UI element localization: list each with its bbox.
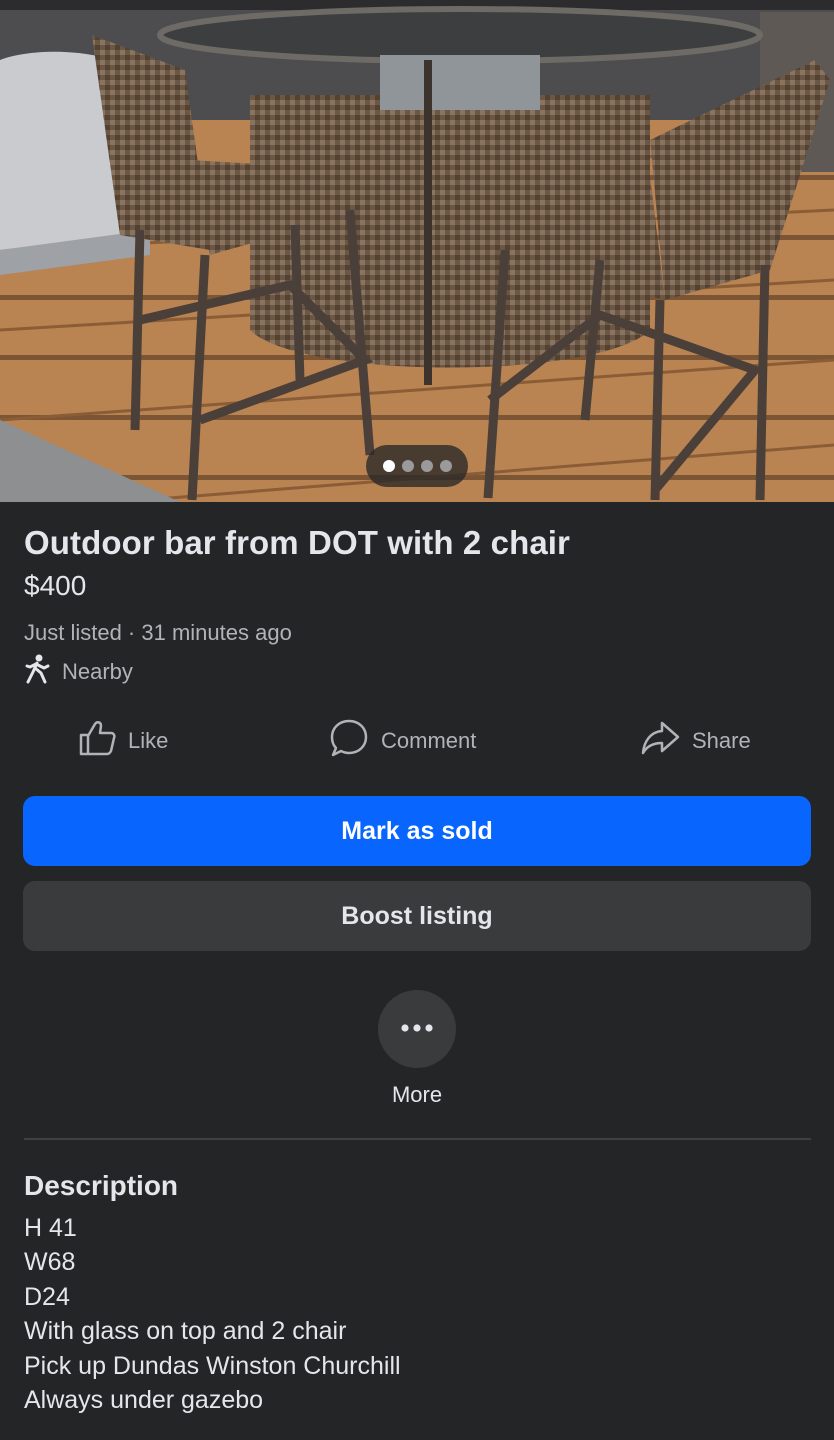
section-divider [24,1138,811,1140]
description-line: Always under gazebo [24,1386,264,1415]
thumbs-up-icon [78,719,116,763]
description-body: H 41 W68 D24 With glass on top and 2 cha… [24,1211,401,1417]
description-line: W68 [24,1248,76,1277]
action-row: Like Comment Share [0,718,834,764]
listing-photo[interactable] [0,0,834,502]
comment-label: Comment [381,728,477,753]
carousel-dot [401,460,414,472]
mark-as-sold-button[interactable]: Mark as sold [23,796,811,866]
description-heading: Description [24,1170,179,1201]
more-label: More [391,1082,443,1107]
like-button[interactable]: Like [78,718,168,764]
comment-bubble-icon [329,718,369,764]
description-line: Pick up Dundas Winston Churchill [24,1351,401,1380]
bar-set-image [0,0,834,502]
carousel-dot [439,460,452,472]
share-label: Share [692,728,751,753]
listing-meta: Just listed · 31 minutes ago [24,620,292,645]
boost-listing-button[interactable]: Boost listing [23,881,811,951]
description-line: H 41 [24,1214,77,1242]
description-line: With glass on top and 2 chair [24,1317,347,1346]
share-arrow-icon [640,720,680,762]
like-label: Like [128,728,169,753]
ellipsis-icon [400,1020,434,1038]
walking-person-icon [24,654,50,690]
more-button[interactable] [378,990,456,1068]
carousel-dot [420,460,433,472]
listing-title: Outdoor bar from DOT with 2 chair [24,524,570,561]
description-line: D24 [24,1282,70,1311]
share-button[interactable]: Share [640,718,751,764]
location-label: Nearby [62,659,133,684]
carousel-dot-active [382,460,395,472]
listing-page: Outdoor bar from DOT with 2 chair $400 J… [0,0,834,1440]
comment-button[interactable]: Comment [329,718,476,764]
carousel-indicator[interactable] [366,445,468,487]
more-options: More [336,990,498,1112]
listing-price: $400 [24,570,87,601]
listing-location: Nearby [24,654,133,690]
